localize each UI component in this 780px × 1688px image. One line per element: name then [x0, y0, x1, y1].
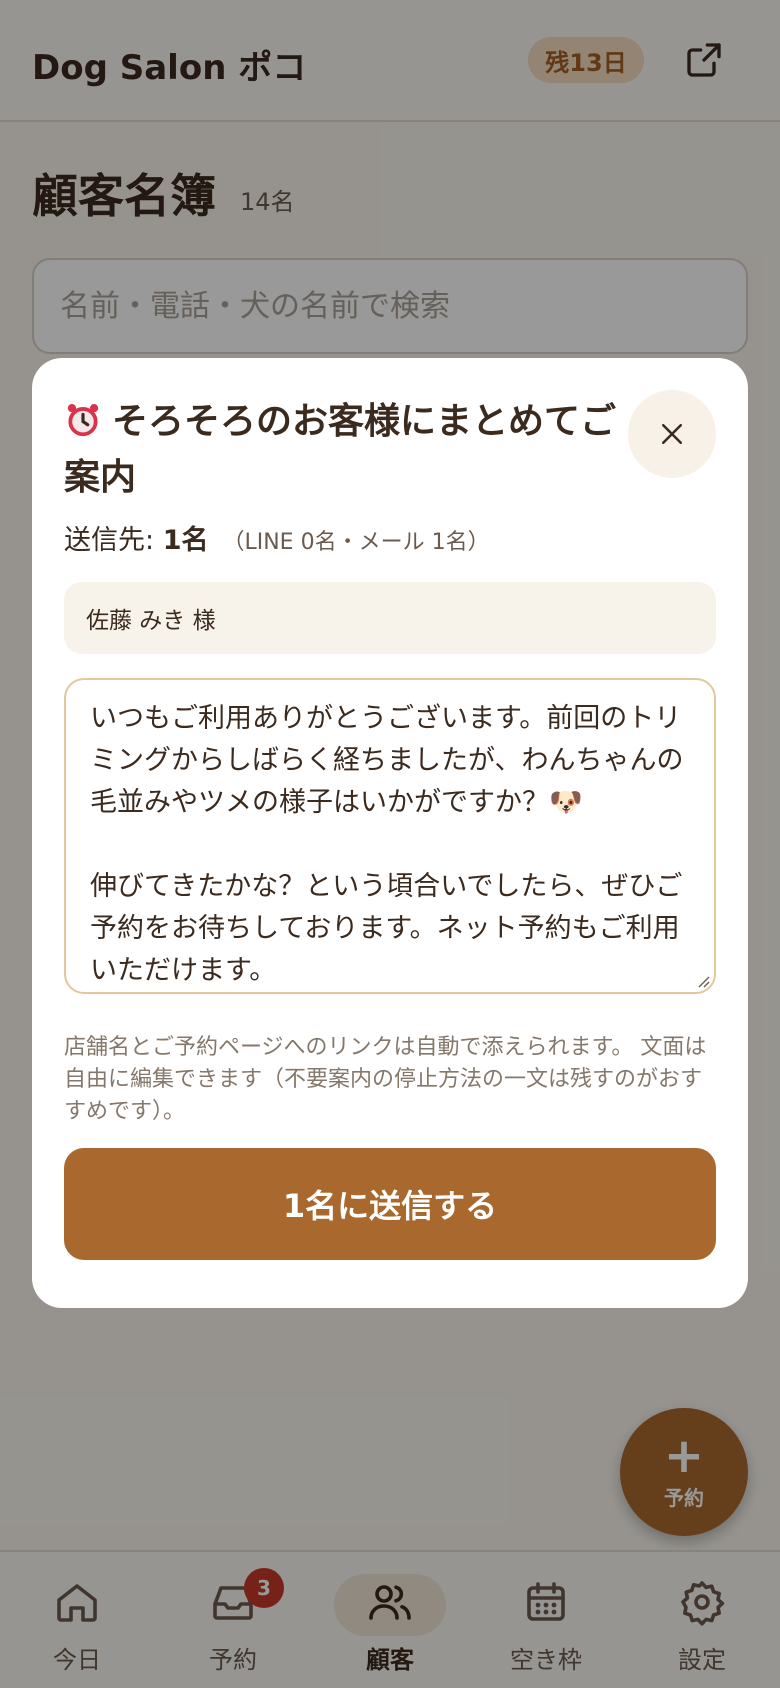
modal-title-text: そろそろのお客様にまとめてご案内 [64, 401, 617, 498]
modal-title: そろそろのお客様にまとめてご案内 [64, 394, 624, 506]
message-text[interactable]: いつもご利用ありがとうございます。前回のトリミングからしばらく経ちましたが、わん… [90, 698, 690, 992]
recipients-label: 送信先: [64, 525, 163, 556]
resize-handle-icon[interactable] [696, 974, 710, 988]
help-note: 店舗名とご予約ページへのリンクは自動で添えられます。 文面は自由に編集できます（… [64, 1035, 707, 1124]
send-button[interactable]: 1名に送信する [64, 1148, 716, 1260]
recipients-breakdown: （LINE 0名・メール 1名） [222, 530, 490, 555]
recipient-chip: 佐藤 みき 様 [64, 582, 716, 654]
alarm-clock-icon [67, 404, 99, 437]
message-textarea[interactable]: いつもご利用ありがとうございます。前回のトリミングからしばらく経ちましたが、わん… [64, 678, 716, 994]
recipient-name: 佐藤 みき 様 [86, 608, 216, 634]
bulk-message-modal: そろそろのお客様にまとめてご案内 送信先: 1名 （LINE 0名・メール 1名）… [32, 358, 748, 1308]
recipients-summary: 送信先: 1名 （LINE 0名・メール 1名） [64, 518, 490, 557]
recipients-count: 1名 [162, 525, 209, 556]
close-button[interactable] [628, 390, 716, 478]
close-icon [662, 424, 682, 444]
